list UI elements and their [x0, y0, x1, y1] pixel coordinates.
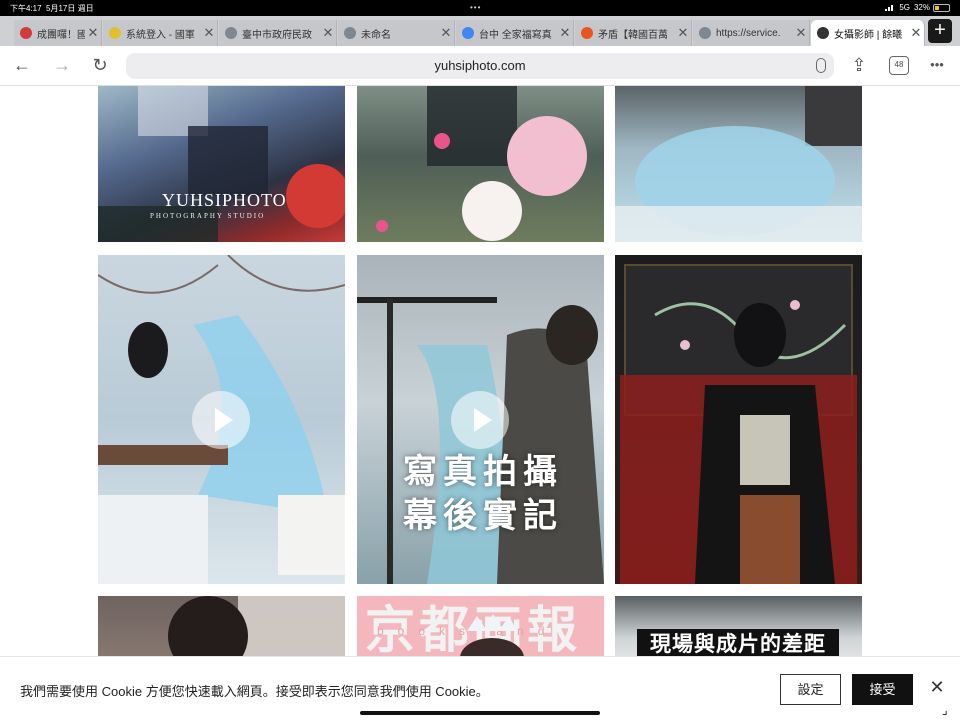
multitasking-dots-icon[interactable]: ••• — [470, 3, 481, 12]
tab-title: 台中 全家福寫真 — [479, 29, 552, 41]
battery-percent: 32% — [913, 3, 930, 12]
forward-arrow-icon[interactable]: → — [49, 54, 75, 78]
tab-title: 臺中市政府民政 — [242, 29, 312, 41]
back-arrow-icon[interactable]: ← — [9, 54, 35, 78]
battery-icon — [933, 4, 950, 12]
address-url: yuhsiphoto.com — [434, 58, 526, 73]
tab-active[interactable]: 女攝影師 | 餘曦 ✕ — [811, 20, 925, 46]
tab-title: 女攝影師 | 餘曦 — [834, 29, 903, 41]
tab-favicon-icon — [699, 27, 711, 39]
tab-close-icon[interactable]: ✕ — [320, 25, 336, 41]
play-icon[interactable] — [192, 391, 250, 449]
tab-favicon-icon — [581, 27, 593, 39]
tab-close-icon[interactable]: ✕ — [675, 25, 691, 41]
tab-favicon-icon — [225, 27, 237, 39]
gallery-video-thumbnail[interactable]: 寫真拍攝 幕後實記 — [357, 255, 604, 584]
close-icon[interactable]: ✕ — [926, 676, 948, 698]
tab-favicon-icon — [109, 27, 121, 39]
photo-art — [620, 264, 857, 584]
status-bar: 下午4:17 5月17日 週日 ••• 5G 32% — [0, 0, 960, 16]
tab-favicon-icon — [344, 27, 356, 39]
tab-title: 未命名 — [361, 29, 391, 41]
tab-6[interactable]: https://service. ✕ — [693, 20, 810, 46]
tab-bar: 成團囉！國臣 ✕ 系統登入 - 國軍 ✕ 臺中市政府民政 ✕ 未命名 ✕ 台中 … — [0, 16, 960, 46]
tab-title: https://service. — [716, 27, 781, 39]
new-tab-icon[interactable]: + — [928, 19, 952, 43]
battery-fill — [935, 6, 939, 10]
tab-title: 矛盾【韓國百萬 — [598, 29, 668, 41]
signal-icon — [885, 4, 895, 11]
gallery-photo[interactable] — [615, 255, 862, 584]
share-icon[interactable]: ⇪ — [846, 54, 872, 78]
status-time: 下午4:17 — [10, 4, 42, 13]
tab-close-icon[interactable]: ✕ — [793, 25, 809, 41]
more-menu-icon[interactable]: ••• — [924, 54, 950, 78]
tab-title: 系統登入 - 國軍 — [126, 29, 195, 41]
tab-title: 成團囉！國臣 — [37, 29, 85, 41]
photo-caption-text: 現場與成片的差距 — [637, 629, 839, 659]
browser-window: { "status": { "time": "下午4:17", "date": … — [0, 0, 960, 720]
reload-icon[interactable]: ↻ — [87, 54, 113, 78]
browser-toolbar: ← → ↻ yuhsiphoto.com ⇪ 48 ••• — [0, 46, 960, 86]
photo-gallery: YUHSIPHOTO PHOTOGRAPHY STUDIO 寫真拍攝 幕後實記 … — [0, 86, 960, 720]
home-indicator[interactable] — [360, 711, 600, 715]
resize-corner-icon: ⌟ — [942, 703, 948, 717]
gallery-photo[interactable]: YUHSIPHOTO PHOTOGRAPHY STUDIO — [98, 86, 345, 242]
gallery-photo[interactable] — [615, 86, 862, 242]
cookie-accept-button[interactable]: 接受 — [852, 674, 913, 705]
gallery-video-thumbnail[interactable] — [98, 255, 345, 584]
tab-5[interactable]: 矛盾【韓國百萬 ✕ — [575, 20, 692, 46]
watermark-title: YUHSIPHOTO — [162, 190, 287, 210]
play-icon[interactable] — [451, 391, 509, 449]
status-time-date: 下午4:17 5月17日 週日 — [10, 3, 94, 14]
watermark-subtitle: PHOTOGRAPHY STUDIO — [150, 212, 266, 220]
photo-art — [615, 86, 862, 242]
tab-favicon-icon — [462, 27, 474, 39]
video-overlay-line1: 寫真拍攝 — [403, 452, 563, 492]
photo-art — [376, 86, 587, 241]
tab-3[interactable]: 未命名 ✕ — [338, 20, 455, 46]
cookie-settings-button[interactable]: 設定 — [780, 674, 841, 705]
tab-favicon-icon — [20, 27, 32, 39]
tab-4[interactable]: 台中 全家福寫真 ✕ — [456, 20, 574, 46]
cookie-message: 我們需要使用 Cookie 方便您快速載入網頁。接受即表示您同意我們使用 Coo… — [20, 684, 489, 699]
network-label: 5G — [899, 3, 910, 12]
tab-1[interactable]: 系統登入 - 國軍 ✕ — [103, 20, 218, 46]
tab-overview-icon[interactable]: 48 — [889, 56, 909, 75]
gallery-photo[interactable] — [357, 86, 604, 242]
tab-2[interactable]: 臺中市政府民政 ✕ — [219, 20, 337, 46]
status-date: 5月17日 週日 — [46, 4, 94, 13]
tab-0[interactable]: 成團囉！國臣 ✕ — [14, 20, 102, 46]
address-bar[interactable]: yuhsiphoto.com — [126, 53, 834, 79]
tab-close-icon[interactable]: ✕ — [908, 25, 924, 41]
microphone-icon[interactable] — [816, 58, 826, 73]
tab-close-icon[interactable]: ✕ — [557, 25, 573, 41]
tab-close-icon[interactable]: ✕ — [85, 25, 101, 41]
tab-close-icon[interactable]: ✕ — [438, 25, 454, 41]
tab-close-icon[interactable]: ✕ — [201, 25, 217, 41]
tab-favicon-icon — [817, 27, 829, 39]
video-overlay-line2: 幕後實記 — [403, 496, 563, 536]
status-indicators: 5G 32% — [885, 3, 930, 12]
